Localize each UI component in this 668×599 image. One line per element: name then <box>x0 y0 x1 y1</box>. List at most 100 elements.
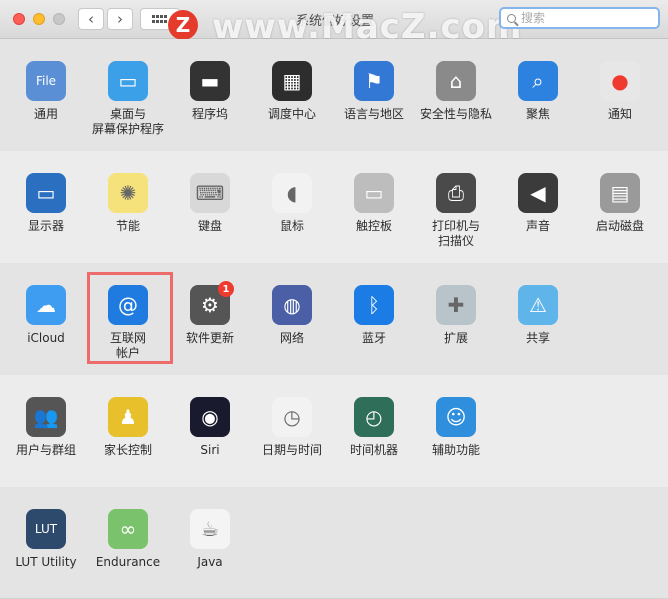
mouse-icon: ◖ <box>272 173 312 213</box>
pref-item-label: 语言与地区 <box>343 107 404 121</box>
puzzle-icon: ✚ <box>436 285 476 325</box>
parental-icon: ♟ <box>108 397 148 437</box>
flag-icon: ⚑ <box>354 61 394 101</box>
icon-glyph: ◷ <box>283 405 301 429</box>
pref-item-bluetooth[interactable]: ᛒ 蓝牙 <box>333 285 415 346</box>
pref-item-label: 共享 <box>525 331 550 345</box>
speaker-icon: ◀ <box>518 173 558 213</box>
pref-item-label: Java <box>197 555 223 569</box>
icon-glyph: ☺ <box>445 405 467 429</box>
time-machine-icon: ◴ <box>354 397 394 437</box>
search-icon <box>507 13 516 23</box>
pref-item-label: Siri <box>200 443 220 457</box>
pref-item-label: 扩展 <box>443 331 468 345</box>
pref-item-siri[interactable]: ◉ Siri <box>169 397 251 458</box>
icon-glyph: ✺ <box>119 181 137 205</box>
pref-item-label: 安全性与隐私 <box>419 107 492 121</box>
icon-glyph: ⎙ <box>448 181 464 205</box>
icon-glyph: ◴ <box>365 405 383 429</box>
icon-glyph: ♟ <box>119 405 137 429</box>
cloud-icon: ☁ <box>26 285 66 325</box>
icon-glyph: ◀ <box>530 181 546 205</box>
pref-item-java[interactable]: ☕ Java <box>169 509 251 570</box>
pref-item-language[interactable]: ⚑ 语言与地区 <box>333 61 415 122</box>
pref-item-mouse[interactable]: ◖ 鼠标 <box>251 173 333 234</box>
pref-item-label: LUT Utility <box>15 555 77 569</box>
pref-item-label: 触控板 <box>355 219 392 233</box>
icon-glyph: ∞ <box>119 517 137 541</box>
pref-item-mission[interactable]: ▦ 调度中心 <box>251 61 333 122</box>
icon-glyph: ☕ <box>201 517 219 541</box>
pref-item-keyboard[interactable]: ⌨ 键盘 <box>169 173 251 234</box>
icon-glyph: ⚑ <box>365 69 383 93</box>
pref-item-sharing[interactable]: ⚠ 共享 <box>497 285 579 346</box>
display-icon: ▭ <box>26 173 66 213</box>
accessibility-icon: ☺ <box>436 397 476 437</box>
pref-item-label: Endurance <box>95 555 161 569</box>
pref-item-notify[interactable]: ● 通知 <box>579 61 661 122</box>
pref-item-spotlight[interactable]: ⌕ 聚焦 <box>497 61 579 122</box>
search-field[interactable] <box>499 7 660 29</box>
pref-section-1: File 通用 ▭ 桌面与 屏幕保护程序 ▬ 程序坞 ▦ 调度中心 ⚑ 语言与地区 ⌂ 安全性与隐私 ⌕… <box>0 39 668 152</box>
dock-icon: ▬ <box>190 61 230 101</box>
pref-item-label: 打印机与 扫描仪 <box>431 219 480 248</box>
icon-glyph: ⌨ <box>195 181 225 205</box>
icon-glyph: ▤ <box>610 181 630 205</box>
minimize-window-button[interactable] <box>33 13 45 25</box>
siri-icon: ◉ <box>190 397 230 437</box>
icon-glyph: ᛒ <box>368 293 380 317</box>
search-input[interactable] <box>519 10 643 26</box>
icon-glyph: ▭ <box>364 181 384 205</box>
pref-item-users[interactable]: 👥 用户与群组 <box>5 397 87 458</box>
pref-item-trackpad[interactable]: ▭ 触控板 <box>333 173 415 234</box>
icon-glyph: ● <box>611 69 629 93</box>
pref-section-2: ▭ 显示器 ✺ 节能 ⌨ 键盘 ◖ 鼠标 ▭ 触控板 ⎙ 打印机与 扫描仪 ◀ 声音 ▤ 启动磁盘 <box>0 151 668 264</box>
pref-item-icloud[interactable]: ☁ iCloud <box>5 285 87 346</box>
pref-item-printer[interactable]: ⎙ 打印机与 扫描仪 <box>415 173 497 249</box>
icon-glyph: ☁ <box>36 293 56 317</box>
pref-item-lut[interactable]: LUT LUT Utility <box>5 509 87 570</box>
globe-icon: ◍ <box>272 285 312 325</box>
grid-icon <box>152 15 168 23</box>
pref-item-access[interactable]: ☺ 辅助功能 <box>415 397 497 458</box>
pref-item-extensions[interactable]: ✚ 扩展 <box>415 285 497 346</box>
back-button[interactable]: ‹ <box>78 8 104 30</box>
pref-item-desktop[interactable]: ▭ 桌面与 屏幕保护程序 <box>87 61 169 137</box>
pref-item-timemachine[interactable]: ◴ 时间机器 <box>333 397 415 458</box>
desktop-icon: ▭ <box>108 61 148 101</box>
lut-icon: LUT <box>26 509 66 549</box>
zoom-window-button[interactable] <box>53 13 65 25</box>
pref-item-label: 声音 <box>525 219 550 233</box>
icon-glyph: ◍ <box>283 293 301 317</box>
icon-glyph: ⚙ <box>201 293 219 317</box>
icon-glyph: ◉ <box>201 405 219 429</box>
pref-item-parental[interactable]: ♟ 家长控制 <box>87 397 169 458</box>
pref-item-datetime[interactable]: ◷ 日期与时间 <box>251 397 333 458</box>
users-icon: 👥 <box>26 397 66 437</box>
pref-item-display[interactable]: ▭ 显示器 <box>5 173 87 234</box>
close-window-button[interactable] <box>13 13 25 25</box>
trackpad-icon: ▭ <box>354 173 394 213</box>
forward-button[interactable]: › <box>107 8 133 30</box>
pref-item-network[interactable]: ◍ 网络 <box>251 285 333 346</box>
notification-icon: ● <box>600 61 640 101</box>
pref-item-label: 显示器 <box>27 219 64 233</box>
pref-item-energy[interactable]: ✺ 节能 <box>87 173 169 234</box>
pref-item-startup[interactable]: ▤ 启动磁盘 <box>579 173 661 234</box>
bluetooth-icon: ᛒ <box>354 285 394 325</box>
general-icon: File <box>26 61 66 101</box>
pref-item-update[interactable]: ⚙ 1 软件更新 <box>169 281 251 346</box>
pref-item-label: 桌面与 屏幕保护程序 <box>91 107 164 136</box>
pref-item-label: 时间机器 <box>349 443 398 457</box>
pref-item-general[interactable]: File 通用 <box>5 61 87 122</box>
icon-glyph: ▦ <box>282 69 302 93</box>
pref-item-sound[interactable]: ◀ 声音 <box>497 173 579 234</box>
pref-item-security[interactable]: ⌂ 安全性与隐私 <box>415 61 497 122</box>
pref-item-label: 辅助功能 <box>431 443 480 457</box>
pref-item-dock[interactable]: ▬ 程序坞 <box>169 61 251 122</box>
pref-item-endurance[interactable]: ∞ Endurance <box>87 509 169 570</box>
icon-glyph: ⌂ <box>449 69 463 93</box>
pref-item-label: 用户与群组 <box>15 443 76 457</box>
disk-icon: ▤ <box>600 173 640 213</box>
watermark-logo: Z <box>168 10 198 40</box>
